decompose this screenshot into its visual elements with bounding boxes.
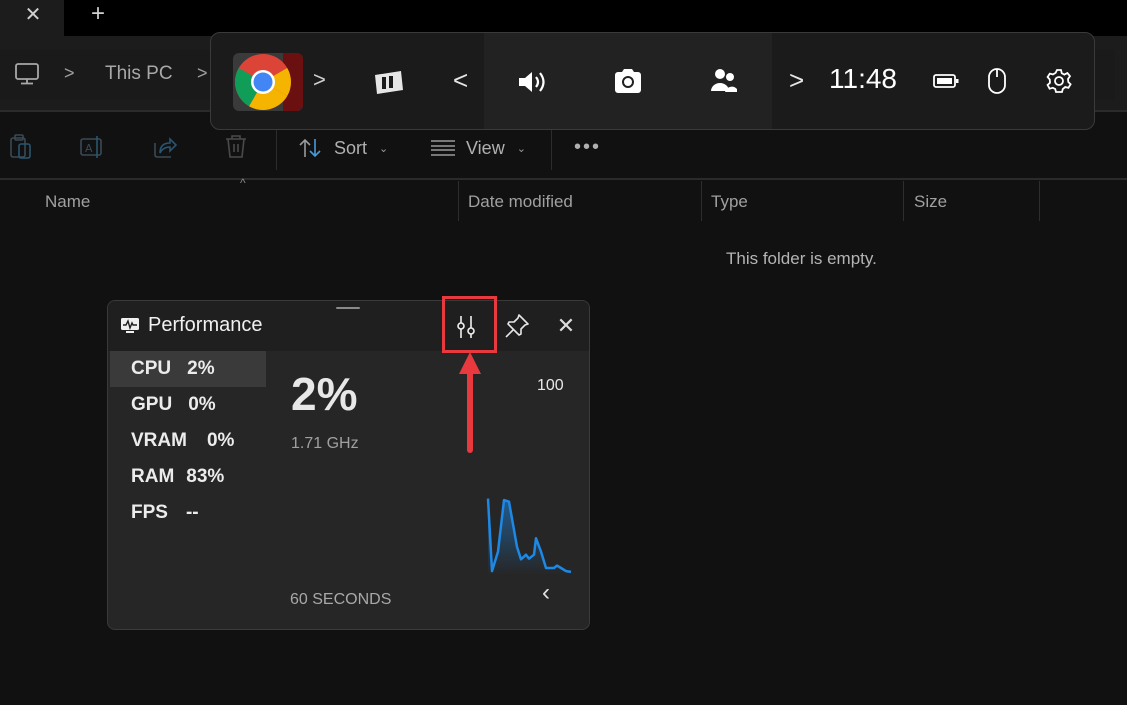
metric-value: -- bbox=[185, 502, 199, 523]
metric-label: FPS bbox=[131, 502, 168, 523]
chevron-down-icon: ⌄ bbox=[516, 142, 526, 155]
breadcrumb-separator[interactable]: > bbox=[197, 63, 208, 84]
metric-label: RAM bbox=[131, 466, 175, 487]
metric-value: 0% bbox=[206, 430, 235, 451]
breadcrumb-this-pc[interactable]: This PC bbox=[105, 63, 173, 85]
metric-value: 83% bbox=[186, 466, 225, 487]
metric-list: CPU 2% GPU 0% VRAM 0% RAM 83% FPS -- bbox=[110, 351, 266, 531]
sort-caret-icon: ^ bbox=[240, 176, 246, 190]
cpu-usage-graph bbox=[486, 498, 572, 575]
column-divider[interactable] bbox=[701, 181, 702, 221]
sort-button[interactable]: Sort ⌄ bbox=[298, 134, 388, 162]
next-widgets-chevron-icon[interactable]: > bbox=[789, 65, 804, 96]
pin-icon[interactable] bbox=[504, 313, 530, 339]
settings-gear-icon[interactable] bbox=[1046, 68, 1072, 94]
widget-title: Performance bbox=[148, 314, 263, 336]
tab-strip bbox=[0, 0, 1127, 36]
close-widget-icon[interactable]: ✕ bbox=[554, 313, 578, 339]
clock-time: 11:48 bbox=[829, 63, 897, 94]
expand-apps-chevron-icon[interactable]: > bbox=[313, 67, 326, 93]
chrome-icon bbox=[235, 53, 303, 111]
metric-label: VRAM bbox=[131, 430, 187, 451]
new-tab-button[interactable]: + bbox=[86, 2, 110, 26]
view-button[interactable]: View ⌄ bbox=[430, 134, 526, 162]
graph-max-label: 100 bbox=[537, 377, 564, 394]
metric-item-fps[interactable]: FPS -- bbox=[110, 495, 266, 531]
xbox-game-bar: > < > 11:48 bbox=[210, 32, 1095, 130]
empty-folder-message: This folder is empty. bbox=[726, 249, 877, 268]
column-header-size[interactable]: Size bbox=[914, 192, 947, 212]
performance-monitor-icon bbox=[121, 318, 139, 333]
mouse-icon[interactable] bbox=[987, 67, 1007, 95]
annotation-arrow-icon bbox=[459, 352, 481, 453]
column-divider[interactable] bbox=[1039, 181, 1040, 221]
performance-widget: Performance ✕ CPU 2% GPU 0% VRAM 0% RAM bbox=[107, 300, 590, 630]
audio-icon[interactable] bbox=[517, 69, 547, 95]
view-label: View bbox=[466, 137, 505, 158]
metric-item-ram[interactable]: RAM 83% bbox=[110, 459, 266, 495]
time-window-label: 60 SECONDS bbox=[290, 591, 392, 608]
drag-handle[interactable] bbox=[336, 307, 360, 309]
metric-value: 0% bbox=[188, 394, 216, 415]
metric-item-gpu[interactable]: GPU 0% bbox=[110, 387, 266, 423]
sort-label: Sort bbox=[334, 137, 368, 158]
toolbar-divider bbox=[276, 128, 277, 170]
chevron-down-icon: ⌄ bbox=[379, 142, 389, 155]
metric-item-vram[interactable]: VRAM 0% bbox=[110, 423, 266, 459]
previous-widgets-chevron-icon[interactable]: < bbox=[453, 65, 468, 96]
sort-icon bbox=[299, 138, 321, 158]
column-header-date-modified[interactable]: Date modified bbox=[468, 192, 573, 212]
close-tab-icon[interactable]: ✕ bbox=[22, 4, 44, 26]
collapse-details-chevron-icon[interactable]: ‹ bbox=[542, 579, 566, 609]
column-divider[interactable] bbox=[458, 181, 459, 221]
svg-text:A: A bbox=[85, 142, 93, 155]
paste-icon[interactable] bbox=[8, 133, 34, 161]
battery-icon bbox=[933, 74, 959, 88]
capture-camera-icon[interactable] bbox=[613, 67, 643, 95]
metric-label: GPU bbox=[131, 394, 173, 415]
active-app-chrome[interactable] bbox=[233, 53, 303, 111]
widget-menu-icon[interactable] bbox=[373, 68, 405, 96]
view-icon bbox=[431, 140, 455, 156]
xbox-social-icon[interactable] bbox=[709, 67, 739, 95]
share-icon[interactable] bbox=[152, 133, 178, 161]
column-header-type[interactable]: Type bbox=[711, 192, 748, 212]
rename-icon[interactable]: A bbox=[79, 133, 105, 161]
cpu-usage-value: 2% bbox=[291, 368, 358, 420]
column-header-name[interactable]: Name bbox=[45, 192, 90, 212]
metric-label: CPU bbox=[131, 358, 172, 379]
delete-icon[interactable] bbox=[223, 133, 249, 161]
this-pc-icon[interactable] bbox=[14, 62, 40, 86]
cpu-frequency: 1.71 GHz bbox=[291, 435, 359, 452]
toolbar-divider bbox=[551, 128, 552, 170]
annotation-highlight-box bbox=[442, 296, 497, 353]
metric-item-cpu[interactable]: CPU 2% bbox=[110, 351, 266, 387]
breadcrumb-separator[interactable]: > bbox=[64, 63, 75, 84]
column-divider[interactable] bbox=[903, 181, 904, 221]
more-options-button[interactable]: ••• bbox=[574, 136, 601, 159]
metric-value: 2% bbox=[187, 358, 215, 379]
